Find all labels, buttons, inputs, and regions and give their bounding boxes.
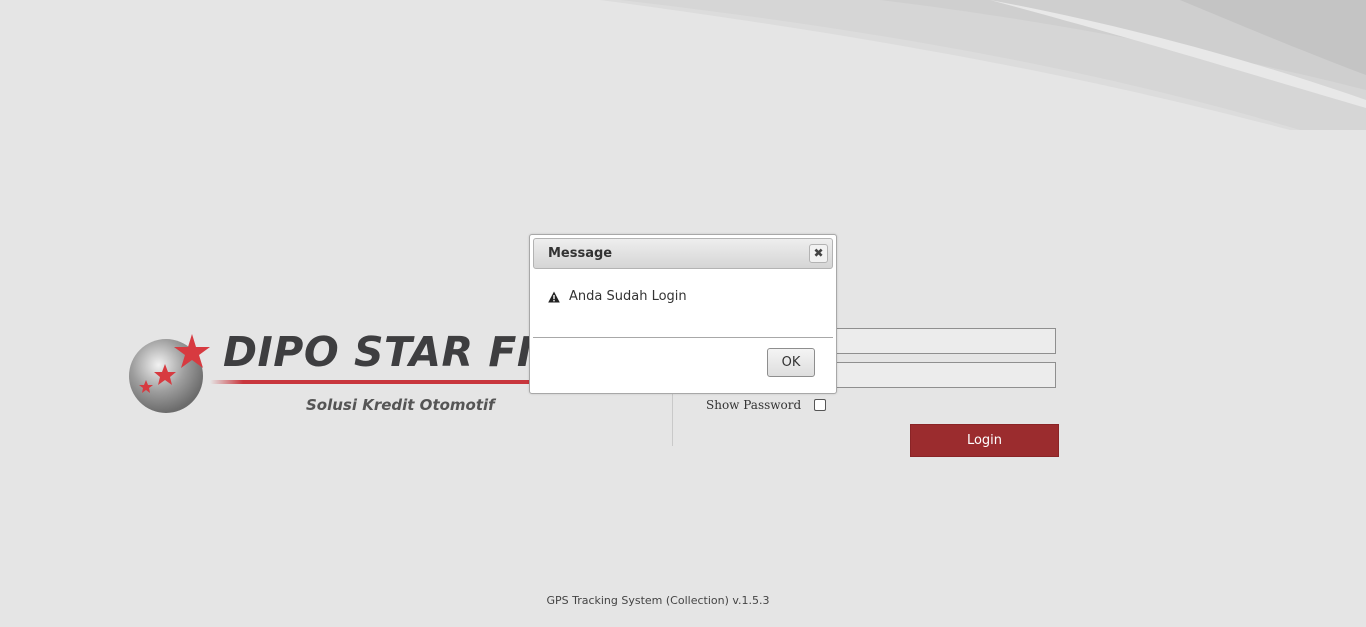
- dialog-message-text: Anda Sudah Login: [569, 289, 687, 304]
- dialog-message: Anda Sudah Login: [548, 289, 687, 304]
- dialog-titlebar[interactable]: Message ✖: [533, 238, 833, 269]
- show-password-checkbox[interactable]: [814, 399, 826, 411]
- warning-icon: [548, 291, 560, 302]
- show-password-label: Show Password: [706, 398, 802, 412]
- company-logo: DIPO STAR FINANCE Solusi Kredit Otomotif: [126, 328, 693, 420]
- dialog-title: Message: [548, 246, 613, 261]
- ok-button[interactable]: OK: [767, 348, 815, 377]
- login-button[interactable]: Login: [910, 424, 1059, 457]
- background-swoosh: [300, 0, 1366, 130]
- dialog-separator: [533, 337, 833, 338]
- footer-version-text: GPS Tracking System (Collection) v.1.5.3: [546, 594, 770, 607]
- logo-underline: [210, 380, 540, 384]
- close-icon[interactable]: ✖: [809, 244, 828, 263]
- logo-globe-stars-icon: [129, 334, 210, 413]
- message-dialog: Message ✖ Anda Sudah Login OK: [529, 234, 837, 394]
- logo-tagline: Solusi Kredit Otomotif: [306, 396, 495, 414]
